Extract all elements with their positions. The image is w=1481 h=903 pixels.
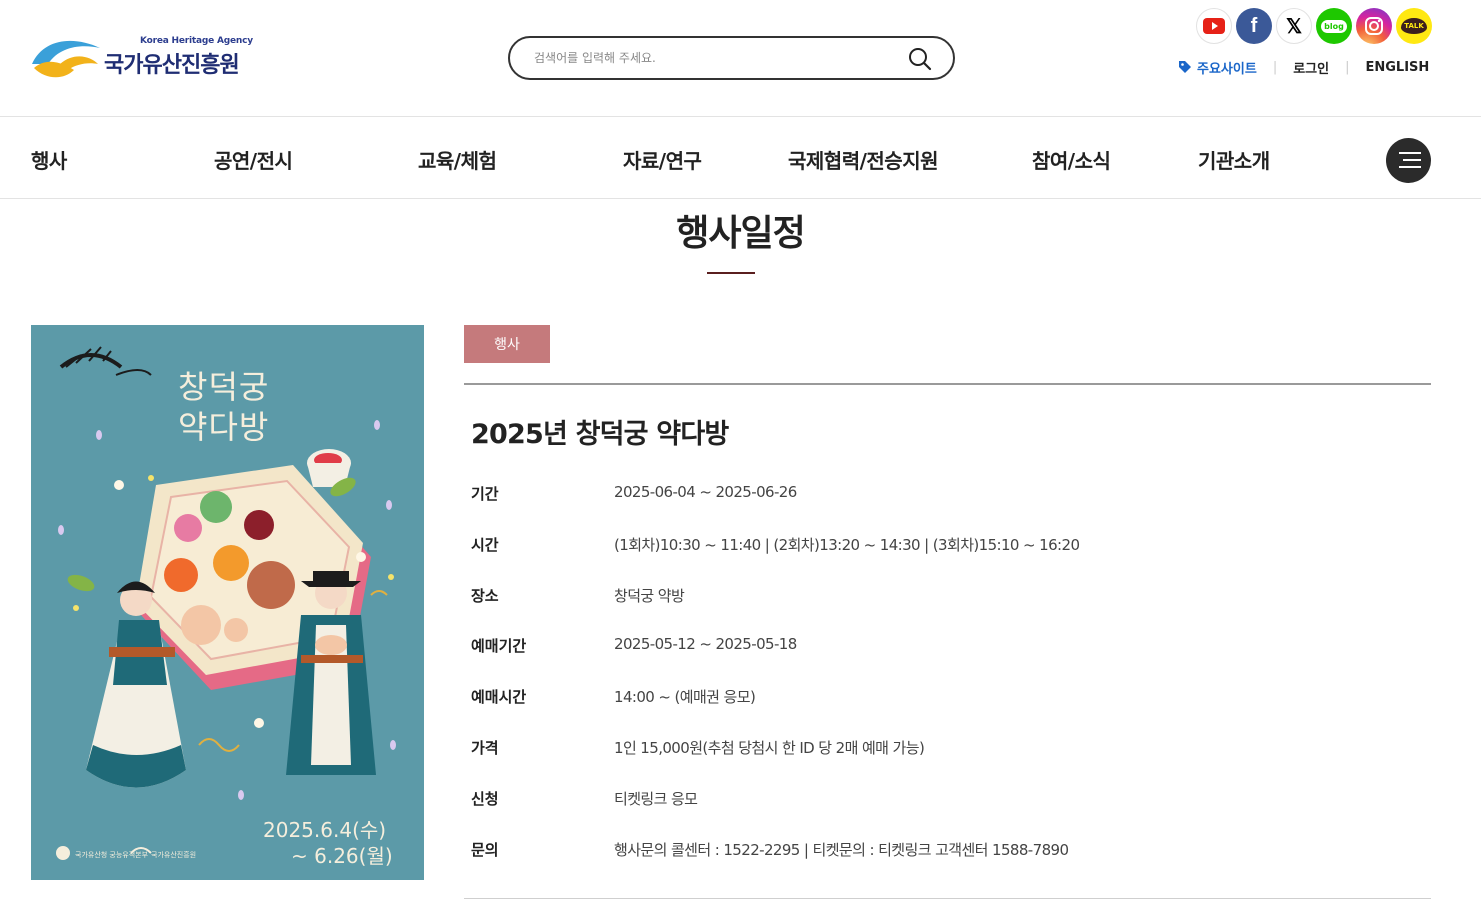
title-underline [707,272,755,274]
main-nav: 행사 공연/전시 교육/체험 자료/연구 국제협력/전승지원 참여/소식 기관소… [0,116,1481,199]
event-title: 2025년 창덕궁 약다방 [471,419,729,450]
info-value: 2025-06-04 ~ 2025-06-26 [614,483,797,501]
instagram-icon [1365,17,1383,35]
info-label: 기간 [471,485,499,503]
info-value: 2025-05-12 ~ 2025-05-18 [614,635,797,653]
site-header: Korea Heritage Agency 국가유산진흥원 f 𝕏 blog [0,0,1481,116]
nav-item-participation[interactable]: 참여/소식 [1032,145,1111,174]
main-sites-label: 주요사이트 [1197,61,1257,77]
hamburger-icon [1399,152,1421,154]
divider: | [1272,59,1278,75]
blog-icon: blog [1321,19,1347,33]
kakaotalk-icon: TALK [1401,18,1427,34]
info-row-place: 장소 창덕궁 약방 [471,585,1421,607]
search-box [508,36,955,80]
divider [464,383,1431,385]
login-link[interactable]: 로그인 [1293,58,1329,77]
poster-org-label: 국가유산청 궁능유적본부 [75,851,149,859]
kakaotalk-link[interactable]: TALK [1396,8,1432,44]
info-value: 행사문의 콜센터 : 1522-2295 | 티켓문의 : 티켓링크 고객센터 … [614,841,1069,859]
info-value: 1인 15,000원(추첨 당첨시 한 ID 당 2매 예매 가능) [614,739,925,757]
divider [464,898,1431,899]
info-value: 티켓링크 응모 [614,790,698,808]
info-value: 창덕궁 약방 [614,587,685,605]
x-icon[interactable]: 𝕏 [1276,8,1312,44]
info-label: 문의 [471,841,499,859]
nav-item-about[interactable]: 기관소개 [1198,145,1270,174]
info-label: 시간 [471,536,499,554]
poster-title-line2: 약다방 [178,408,270,446]
info-row-price: 가격 1인 15,000원(추첨 당첨시 한 ID 당 2매 예매 가능) [471,737,1421,759]
nav-item-research[interactable]: 자료/연구 [623,145,702,174]
search-button[interactable] [907,46,933,72]
divider: | [1345,59,1350,75]
utility-links: 주요사이트 | 로그인 | ENGLISH [1178,58,1429,77]
info-label: 가격 [471,739,499,757]
page-title: 행사일정 [676,213,805,254]
info-label: 신청 [471,790,499,808]
facebook-icon[interactable]: f [1236,8,1272,44]
poster-date-start: 2025.6.4(수) [263,818,387,842]
instagram-link[interactable] [1356,8,1392,44]
poster-org-label: 국가유산진흥원 [151,851,197,859]
all-menu-button[interactable] [1386,138,1431,183]
info-row-booking-time: 예매시간 14:00 ~ (예매권 응모) [471,686,1421,708]
youtube-icon [1203,18,1225,34]
youtube-link[interactable] [1196,8,1232,44]
info-label: 장소 [471,587,499,605]
english-link[interactable]: ENGLISH [1365,60,1429,75]
info-row-application: 신청 티켓링크 응모 [471,788,1421,810]
nav-item-events[interactable]: 행사 [31,145,67,174]
category-badge: 행사 [464,325,550,363]
nav-item-performance[interactable]: 공연/전시 [214,145,293,174]
poster-date-end: ~ 6.26(월) [291,844,393,868]
search-input[interactable] [534,48,894,68]
social-links: f 𝕏 blog TALK [1196,8,1432,44]
info-value: (1회차)10:30 ~ 11:40 | (2회차)13:20 ~ 14:30 … [614,536,1080,554]
hamburger-icon [1403,159,1421,161]
nav-item-education[interactable]: 교육/체험 [418,145,497,174]
info-label: 예매기간 [471,637,527,655]
main-sites-link[interactable]: 주요사이트 [1178,58,1257,77]
logo-emblem-icon [32,40,100,78]
poster-title: 창덕궁 약다방 [178,367,269,447]
info-row-period: 기간 2025-06-04 ~ 2025-06-26 [471,483,1421,505]
poster-title-line1: 창덕궁 [178,368,270,406]
event-poster: 창덕궁 약다방 2025.6.4(수) ~ 6.26(월) 국가유산청 궁능유적… [31,325,424,880]
info-label: 예매시간 [471,688,527,706]
logo-subtitle: Korea Heritage Agency [140,36,253,46]
search-icon [909,48,932,71]
info-value: 14:00 ~ (예매권 응모) [614,688,756,706]
tag-icon [1179,61,1191,73]
blog-link[interactable]: blog [1316,8,1352,44]
nav-item-international[interactable]: 국제협력/전승지원 [788,145,939,174]
info-row-inquiry: 문의 행사문의 콜센터 : 1522-2295 | 티켓문의 : 티켓링크 고객… [471,839,1421,861]
logo-title[interactable]: 국가유산진흥원 [104,47,240,79]
info-row-time: 시간 (1회차)10:30 ~ 11:40 | (2회차)13:20 ~ 14:… [471,534,1421,556]
info-row-booking-period: 예매기간 2025-05-12 ~ 2025-05-18 [471,635,1421,657]
hamburger-icon [1399,166,1421,168]
